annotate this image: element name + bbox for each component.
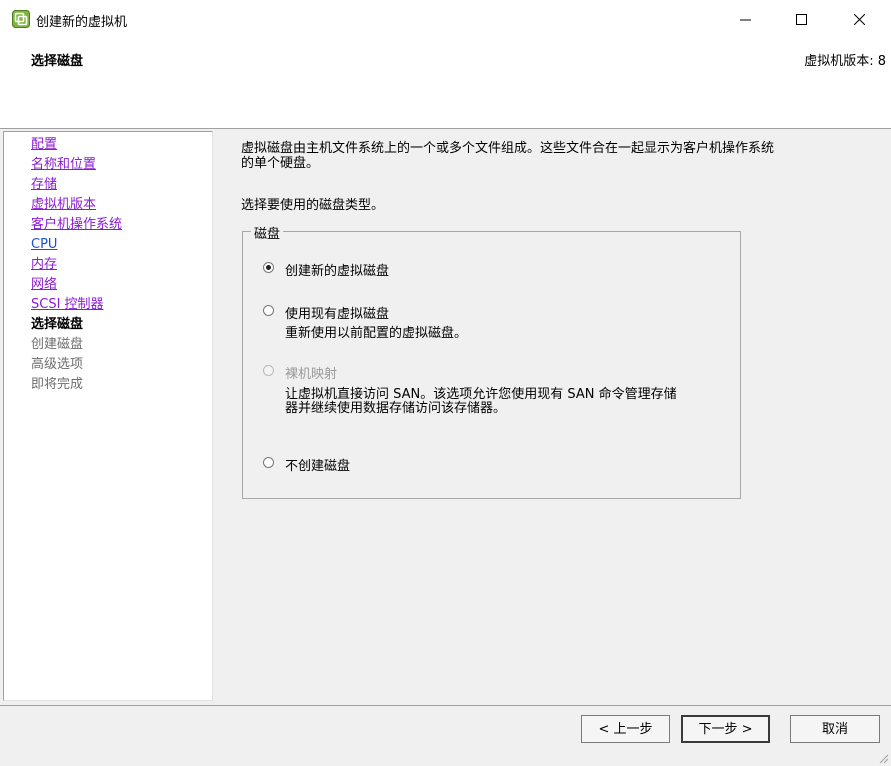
sidebar-item-scsi-controller[interactable]: SCSI 控制器 <box>31 297 104 312</box>
radio-raw-device-mapping-label: 裸机映射 <box>285 367 338 382</box>
radio-selected-icon[interactable] <box>263 262 274 273</box>
wizard-steps-list: 配置 名称和位置 存储 虚拟机版本 客户机操作系统 CPU 内存 网络 SCSI… <box>31 136 122 396</box>
sidebar-item-select-disk: 选择磁盘 <box>31 317 84 332</box>
sidebar-item-create-disk: 创建磁盘 <box>31 337 84 352</box>
maximize-icon <box>796 14 807 25</box>
description-line-1: 虚拟磁盘由主机文件系统上的一个或多个文件组成。这些文件合在一起显示为客户机操作系… <box>241 141 775 156</box>
radio-disabled-icon <box>263 365 274 376</box>
radio-no-disk-label[interactable]: 不创建磁盘 <box>285 455 350 474</box>
maximize-button[interactable] <box>778 0 824 38</box>
close-button[interactable] <box>836 0 882 38</box>
wizard-steps-sidebar: 配置 名称和位置 存储 虚拟机版本 客户机操作系统 CPU 内存 网络 SCSI… <box>3 131 213 701</box>
sidebar-item-storage[interactable]: 存储 <box>31 177 57 192</box>
minimize-icon <box>740 19 751 21</box>
description-line-2: 的单个硬盘。 <box>241 156 320 171</box>
disk-description: 虚拟磁盘由主机文件系统上的一个或多个文件组成。这些文件合在一起显示为客户机操作系… <box>241 141 871 171</box>
sidebar-item-memory[interactable]: 内存 <box>31 257 57 272</box>
sidebar-item-vm-version[interactable]: 虚拟机版本 <box>31 197 96 212</box>
window-title: 创建新的虚拟机 <box>36 15 128 30</box>
step-title: 选择磁盘 <box>31 54 84 69</box>
radio-use-existing-disk-label[interactable]: 使用现有虚拟磁盘 <box>285 303 389 322</box>
footer-divider <box>0 705 891 706</box>
sidebar-item-cpu[interactable]: CPU <box>31 237 57 252</box>
disk-group-label: 磁盘 <box>251 223 284 242</box>
sidebar-item-guest-os[interactable]: 客户机操作系统 <box>31 217 122 232</box>
raw-device-mapping-description: 让虚拟机直接访问 SAN。该选项允许您使用现有 SAN 命令管理存储 器并继续使… <box>285 388 677 416</box>
radio-create-new-disk-label[interactable]: 创建新的虚拟磁盘 <box>285 260 389 279</box>
raw-device-mapping-desc-line-1: 让虚拟机直接访问 SAN。该选项允许您使用现有 SAN 命令管理存储 <box>285 387 677 402</box>
disk-groupbox: 磁盘 创建新的虚拟磁盘 使用现有虚拟磁盘 重新使用以前配置的虚拟磁盘。 裸机映射… <box>242 223 741 499</box>
resize-grip-icon[interactable] <box>877 752 889 764</box>
use-existing-disk-description: 重新使用以前配置的虚拟磁盘。 <box>285 326 468 341</box>
back-button[interactable]: < 上一步 <box>581 715 670 743</box>
raw-device-mapping-desc-line-2: 器并继续使用数据存储访问该存储器。 <box>285 401 507 416</box>
vm-version-label: 虚拟机版本: 8 <box>804 54 886 69</box>
next-button[interactable]: 下一步 > <box>681 715 770 743</box>
vsphere-app-icon <box>12 10 30 28</box>
sidebar-item-network[interactable]: 网络 <box>31 277 57 292</box>
radio-unselected-icon[interactable] <box>263 305 274 316</box>
sidebar-item-advanced-options: 高级选项 <box>31 357 84 372</box>
title-bar: 创建新的虚拟机 <box>0 0 891 38</box>
cancel-button[interactable]: 取消 <box>790 715 880 743</box>
wizard-header: 选择磁盘 虚拟机版本: 8 <box>0 38 891 129</box>
disk-type-prompt: 选择要使用的磁盘类型。 <box>241 198 385 213</box>
radio-unselected-icon[interactable] <box>263 457 274 468</box>
close-icon <box>854 14 865 25</box>
sidebar-item-ready-to-complete: 即将完成 <box>31 377 84 392</box>
sidebar-item-config[interactable]: 配置 <box>31 137 57 152</box>
sidebar-item-name-location[interactable]: 名称和位置 <box>31 157 96 172</box>
minimize-button[interactable] <box>722 0 768 38</box>
